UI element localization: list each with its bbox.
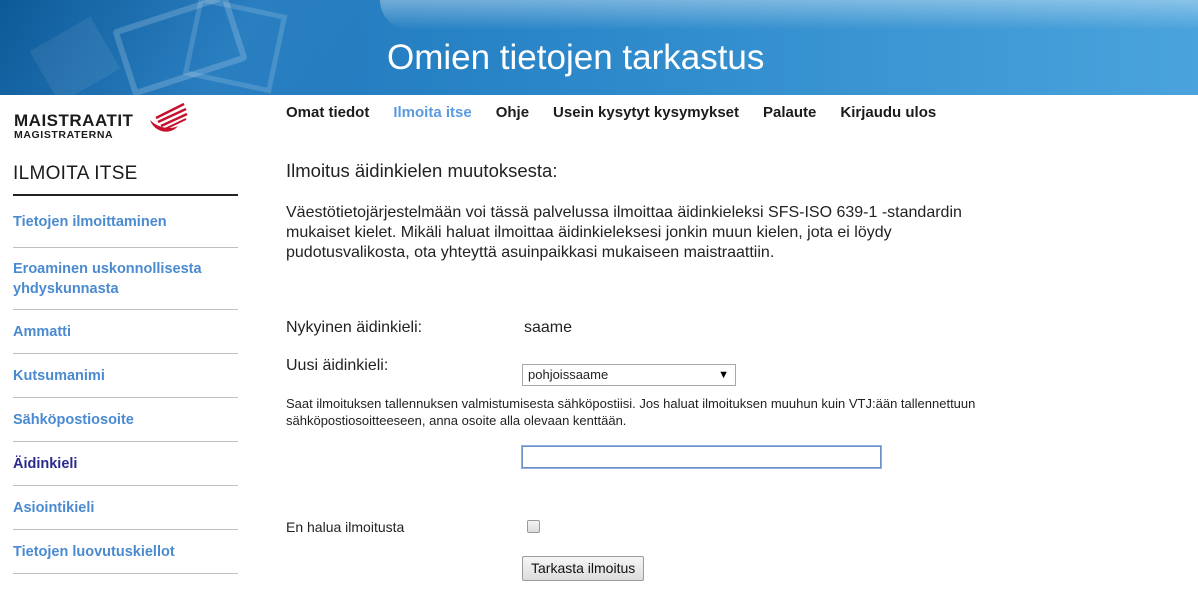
sidebar-item-label: Ammatti [13,323,72,340]
sidebar-item-asiointikieli[interactable]: Asiointikieli [13,486,238,530]
sidebar-heading-divider [13,194,238,196]
sidebar-item-label: Äidinkieli [13,455,78,472]
nav-palaute[interactable]: Palaute [763,104,816,124]
sidebar-item-ammatti[interactable]: Ammatti [13,310,238,354]
page-title: Omien tietojen tarkastus [387,38,765,77]
sidebar-item-luovutuskiellot[interactable]: Tietojen luovutuskiellot [13,530,238,574]
new-language-select[interactable]: pohjoissaame ▼ [522,364,736,386]
optout-checkbox[interactable] [527,520,540,533]
sidebar-item-sahkopostiosoite[interactable]: Sähköpostiosoite [13,398,238,442]
check-submission-button[interactable]: Tarkasta ilmoitus [522,556,645,581]
sidebar-item-label: Tietojen luovutuskiellot [13,543,175,560]
sidebar-item-label: Sähköpostiosoite [13,411,134,428]
select-value: pohjoissaame [528,367,609,382]
sidebar-item-label: Tietojen ilmoittaminen [13,214,167,230]
nav-usein-kysytyt[interactable]: Usein kysytyt kysymykset [553,104,739,124]
sidebar-item-eroaminen[interactable]: Eroaminen uskonnollisesta yhdyskunnasta [13,248,238,310]
nav-ilmoita-itse[interactable]: Ilmoita itse [393,104,471,124]
sidebar-item-aidinkieli[interactable]: Äidinkieli [13,442,238,486]
nav-ohje[interactable]: Ohje [496,104,529,124]
current-language-label: Nykyinen äidinkieli: [286,319,423,336]
sidebar-heading: ILMOITA ITSE [13,163,138,184]
intro-text: Väestötietojärjestelmään voi tässä palve… [286,204,962,261]
email-field[interactable] [521,445,882,469]
sidebar-nav: Tietojen ilmoittaminen Eroaminen uskonno… [13,197,238,574]
logo-text-main: MAISTRAATIT [14,111,134,130]
sidebar-item-tietojen-ilmoittaminen[interactable]: Tietojen ilmoittaminen [13,197,238,248]
sidebar-item-label: Kutsumanimi [13,367,105,384]
sidebar-item-label: Asiointikieli [13,499,95,516]
form-title: Ilmoitus äidinkielen muutoksesta: [286,160,558,181]
header-banner: Omien tietojen tarkastus [0,0,1198,95]
nav-omat-tiedot[interactable]: Omat tiedot [286,104,369,124]
logo-mark-icon [150,102,188,132]
new-language-label: Uusi äidinkieli: [286,357,389,374]
sidebar-item-label: Eroaminen uskonnollisesta yhdyskunnasta [13,260,202,297]
nav-kirjaudu-ulos[interactable]: Kirjaudu ulos [840,104,936,124]
logo-text-sub: MAGISTRATERNA [14,129,114,141]
top-nav: Omat tiedot Ilmoita itse Ohje Usein kysy… [286,104,960,124]
optout-label: En halua ilmoitusta [286,519,405,535]
banner-highlight [380,0,1198,30]
current-language-value: saame [524,319,573,336]
sidebar-item-kutsumanimi[interactable]: Kutsumanimi [13,354,238,398]
maistraatit-logo[interactable]: MAISTRAATIT MAGISTRATERNA [14,102,214,146]
email-notice-text: Saat ilmoituksen tallennuksen valmistumi… [286,396,976,428]
dropdown-arrow-icon: ▼ [718,369,729,381]
